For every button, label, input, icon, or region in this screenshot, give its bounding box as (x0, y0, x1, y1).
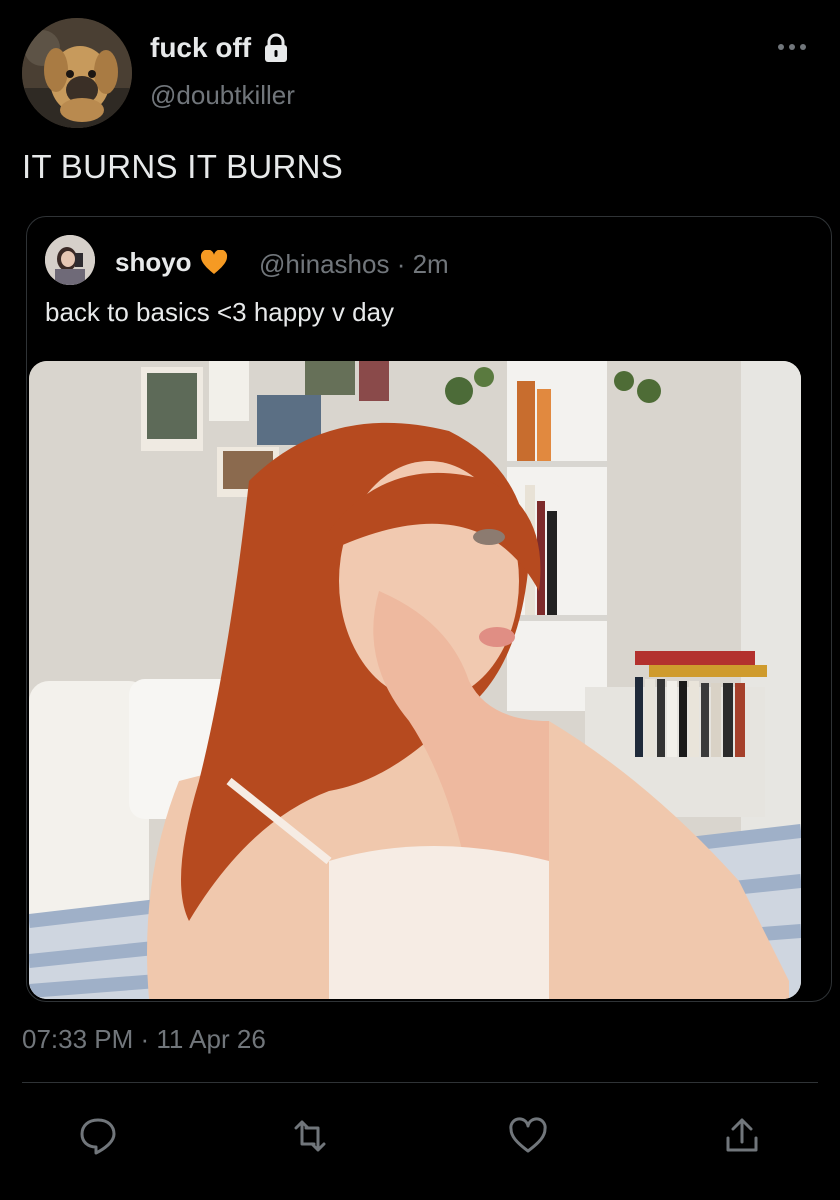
author-avatar[interactable] (22, 18, 132, 128)
orange-heart-icon (200, 248, 228, 276)
action-bar (0, 1106, 840, 1166)
author-name-row[interactable]: fuck off (150, 32, 289, 64)
quoted-photo[interactable] (29, 361, 801, 999)
tweet-header: fuck off @doubtkiller (22, 18, 822, 128)
author-handle[interactable]: @doubtkiller (150, 80, 295, 111)
retweet-icon[interactable] (290, 1116, 330, 1156)
like-icon[interactable] (508, 1116, 548, 1156)
reply-icon[interactable] (78, 1116, 118, 1156)
quoted-author-avatar[interactable] (45, 235, 95, 285)
quoted-text: back to basics <3 happy v day (45, 297, 395, 327)
share-icon[interactable] (722, 1116, 762, 1156)
tweet-text: IT BURNS IT BURNS (22, 148, 344, 185)
quoted-tweet[interactable]: shoyo @hinashos · 2m back to basics <3 h… (26, 216, 832, 1002)
quoted-name-row[interactable]: shoyo (115, 247, 228, 278)
quoted-display-name[interactable]: shoyo (115, 247, 192, 278)
quoted-handle-time[interactable]: @hinashos · 2m (259, 249, 449, 280)
author-display-name[interactable]: fuck off (150, 32, 251, 64)
tweet-timestamp[interactable]: 07:33 PM · 11 Apr 26 (22, 1024, 266, 1055)
more-options-icon[interactable] (776, 40, 808, 52)
lock-icon (263, 33, 289, 63)
divider (22, 1082, 818, 1083)
